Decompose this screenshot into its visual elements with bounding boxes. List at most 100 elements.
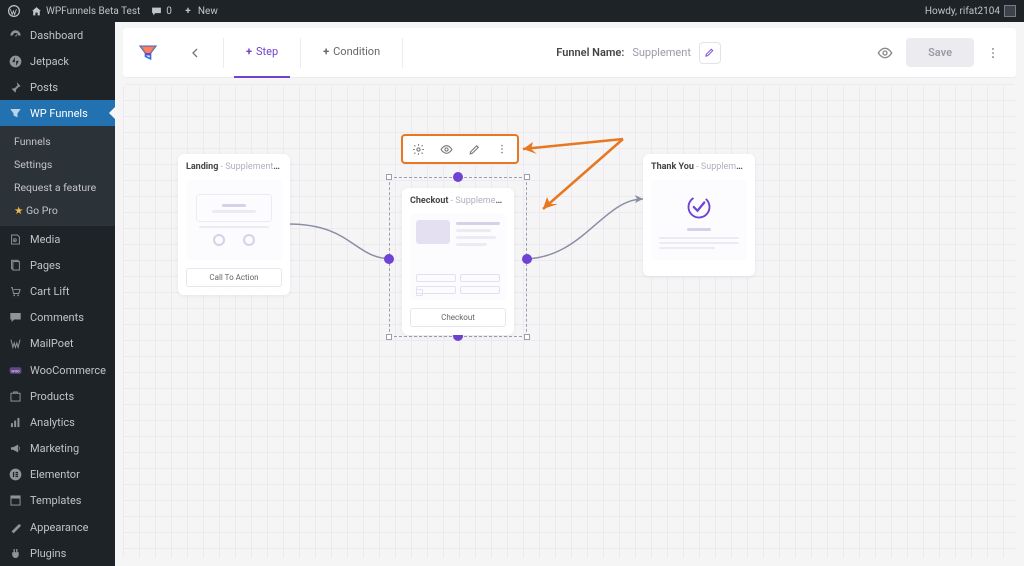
- funnel-name-value: Supplement: [632, 46, 691, 59]
- cartlift-icon: [8, 285, 22, 299]
- wpfunnels-icon: [8, 106, 22, 120]
- step-label: Step: [256, 45, 278, 58]
- preview-button[interactable]: [874, 42, 896, 64]
- sidebar-item-posts[interactable]: Posts: [0, 74, 115, 100]
- plus-icon: +: [246, 45, 252, 58]
- add-condition-tab[interactable]: + Condition: [311, 28, 392, 78]
- sidebar-item-label: WP Funnels: [30, 107, 88, 120]
- sidebar-item-label: Products: [30, 390, 74, 403]
- sidebar-item-label: Marketing: [30, 442, 79, 455]
- sidebar-item-dashboard[interactable]: Dashboard: [0, 22, 115, 48]
- sidebar-item-mailpoet[interactable]: MailPoet: [0, 331, 115, 357]
- sidebar-item-woocommerce[interactable]: woo WooCommerce: [0, 357, 115, 383]
- avatar: [1004, 5, 1016, 17]
- funnel-editor: + Step + Condition Funnel Name: Suppleme…: [115, 22, 1024, 566]
- sidebar-item-wp-funnels[interactable]: WP Funnels: [0, 100, 115, 126]
- home-icon: [30, 5, 42, 17]
- dashboard-icon: [8, 28, 22, 42]
- plus-icon: +: [182, 5, 194, 17]
- condition-label: Condition: [333, 45, 380, 58]
- back-button[interactable]: [183, 41, 207, 65]
- save-button[interactable]: Save: [906, 38, 974, 67]
- port-top[interactable]: [453, 172, 463, 182]
- templates-icon: [8, 494, 22, 508]
- node-cta-button[interactable]: Checkout: [410, 308, 506, 327]
- sidebar-subitem-go-pro[interactable]: ★ Go Pro: [0, 199, 115, 222]
- sidebar-item-appearance[interactable]: Appearance: [0, 514, 115, 540]
- toolbar-more-button[interactable]: [984, 46, 1002, 60]
- sidebar-item-label: Jetpack: [30, 55, 69, 68]
- sidebar-item-label: Templates: [30, 494, 81, 507]
- node-title: Checkout - Supplement C...: [410, 196, 506, 206]
- plugins-icon: [8, 546, 22, 560]
- settings-icon[interactable]: [411, 142, 425, 156]
- funnel-canvas[interactable]: Landing - Supplement La... Call: [123, 84, 1016, 558]
- comments-link[interactable]: 0: [150, 5, 172, 17]
- sidebar-submenu: FunnelsSettingsRequest a feature★ Go Pro: [0, 126, 115, 226]
- sidebar-item-label: Posts: [30, 81, 58, 94]
- wpfunnels-logo[interactable]: [137, 42, 159, 64]
- sidebar-item-cart-lift[interactable]: Cart Lift: [0, 279, 115, 305]
- site-name: WPFunnels Beta Test: [46, 6, 140, 17]
- woocommerce-icon: woo: [8, 363, 22, 377]
- sidebar-item-templates[interactable]: Templates: [0, 488, 115, 514]
- pages-icon: [8, 259, 22, 273]
- analytics-icon: [8, 415, 22, 429]
- node-cta-button[interactable]: Call To Action: [186, 268, 282, 287]
- funnel-node-thankyou[interactable]: Thank You - Supplement T...: [643, 154, 755, 276]
- node-thumbnail: [186, 180, 282, 260]
- sidebar-item-analytics[interactable]: Analytics: [0, 409, 115, 435]
- sidebar-item-label: Analytics: [30, 416, 75, 429]
- sidebar-item-label: Dashboard: [30, 29, 83, 42]
- node-title: Thank You - Supplement T...: [651, 162, 747, 172]
- sidebar-item-label: Appearance: [30, 521, 89, 534]
- sidebar-subitem-request-a-feature[interactable]: Request a feature: [0, 176, 115, 199]
- sidebar-item-pages[interactable]: Pages: [0, 253, 115, 279]
- wp-admin-bar: WPFunnels Beta Test 0 + New Howdy, rifat…: [0, 0, 1024, 22]
- admin-sidebar: Dashboard Jetpack Posts WP Funnels FunnelsSe…: [0, 22, 115, 566]
- svg-text:woo: woo: [11, 369, 20, 374]
- media-icon: [8, 233, 22, 247]
- funnel-node-landing[interactable]: Landing - Supplement La... Call: [178, 154, 290, 295]
- comments-icon: [8, 311, 22, 325]
- port-left[interactable]: [384, 254, 394, 264]
- sidebar-item-label: MailPoet: [30, 337, 74, 350]
- comment-icon: [150, 5, 162, 17]
- site-name-link[interactable]: WPFunnels Beta Test: [30, 5, 140, 17]
- sidebar-item-label: Cart Lift: [30, 285, 70, 298]
- sidebar-item-plugins[interactable]: Plugins: [0, 540, 115, 566]
- port-right[interactable]: [522, 254, 532, 264]
- sidebar-item-label: WooCommerce: [30, 364, 106, 377]
- pencil-icon[interactable]: [467, 142, 481, 156]
- node-title: Landing - Supplement La...: [186, 162, 282, 172]
- sidebar-item-label: Media: [30, 233, 60, 246]
- howdy-text: Howdy, rifat2104: [925, 6, 1000, 17]
- edit-funnel-name-button[interactable]: [699, 42, 721, 64]
- plus-icon: +: [323, 45, 329, 58]
- user-account-link[interactable]: Howdy, rifat2104: [925, 5, 1016, 17]
- wordpress-icon: [8, 5, 20, 17]
- sidebar-item-label: Pages: [30, 259, 61, 272]
- sidebar-item-jetpack[interactable]: Jetpack: [0, 48, 115, 74]
- marketing-icon: [8, 441, 22, 455]
- sidebar-item-media[interactable]: Media: [0, 227, 115, 253]
- sidebar-subitem-settings[interactable]: Settings: [0, 153, 115, 176]
- node-thumbnail: [651, 180, 747, 260]
- eye-icon[interactable]: [439, 142, 453, 156]
- sidebar-item-label: Comments: [30, 311, 84, 324]
- sidebar-subitem-funnels[interactable]: Funnels: [0, 130, 115, 153]
- sidebar-item-label: Plugins: [30, 547, 66, 560]
- products-icon: [8, 389, 22, 403]
- new-content-link[interactable]: + New: [182, 5, 218, 17]
- sidebar-item-marketing[interactable]: Marketing: [0, 435, 115, 461]
- pin-icon: [8, 80, 22, 94]
- sidebar-item-comments[interactable]: Comments: [0, 305, 115, 331]
- wp-logo[interactable]: [8, 5, 20, 17]
- sidebar-item-products[interactable]: Products: [0, 383, 115, 409]
- sidebar-item-elementor[interactable]: Elementor: [0, 462, 115, 488]
- funnel-node-checkout[interactable]: Checkout - Supplement C...: [402, 188, 514, 335]
- add-step-tab[interactable]: + Step: [234, 28, 290, 78]
- funnel-name-label: Funnel Name:: [556, 46, 624, 59]
- more-vertical-icon[interactable]: [495, 142, 509, 156]
- node-action-bar: [401, 134, 519, 164]
